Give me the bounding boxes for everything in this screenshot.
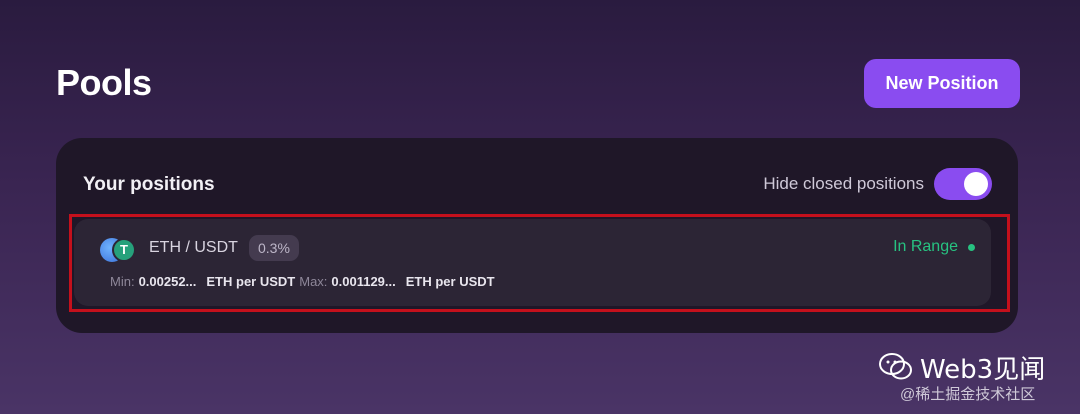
wechat-icon	[879, 353, 912, 380]
positions-card-title: Your positions	[83, 174, 215, 195]
token-pair-icons: T	[100, 238, 140, 262]
watermark-subtitle: @稀土掘金技术社区	[900, 386, 1036, 403]
max-value: 0.001129...	[331, 274, 396, 289]
hide-closed-label: Hide closed positions	[763, 174, 924, 193]
pair-name: ETH / USDT	[149, 239, 238, 256]
position-row[interactable]: T ETH / USDT 0.3% In Range Min: 0.00252..…	[74, 219, 991, 306]
positions-card: Your positions Hide closed positions T E…	[56, 138, 1018, 333]
min-unit: ETH per USDT	[206, 274, 296, 289]
watermark-title: Web3见闻	[920, 355, 1046, 385]
range-status: In Range	[893, 238, 975, 256]
min-value: 0.00252...	[138, 274, 197, 289]
page-title: Pools	[56, 62, 152, 103]
usdt-icon: T	[112, 238, 136, 262]
max-unit: ETH per USDT	[405, 274, 495, 289]
hide-closed-toggle[interactable]	[934, 168, 992, 200]
max-label: Max:	[299, 274, 328, 289]
price-range-line: Min: 0.00252... ETH per USDT Max: 0.001129..…	[110, 274, 495, 289]
hide-closed-toggle-group: Hide closed positions	[763, 168, 992, 200]
range-status-label: In Range	[893, 238, 958, 255]
watermark: Web3见闻 @稀土掘金技术社区	[878, 345, 1078, 414]
min-label: Min:	[110, 274, 135, 289]
new-position-button[interactable]: New Position	[864, 59, 1020, 108]
status-dot-icon	[968, 243, 975, 251]
toggle-knob	[964, 172, 988, 196]
fee-tier-badge: 0.3%	[249, 235, 299, 261]
